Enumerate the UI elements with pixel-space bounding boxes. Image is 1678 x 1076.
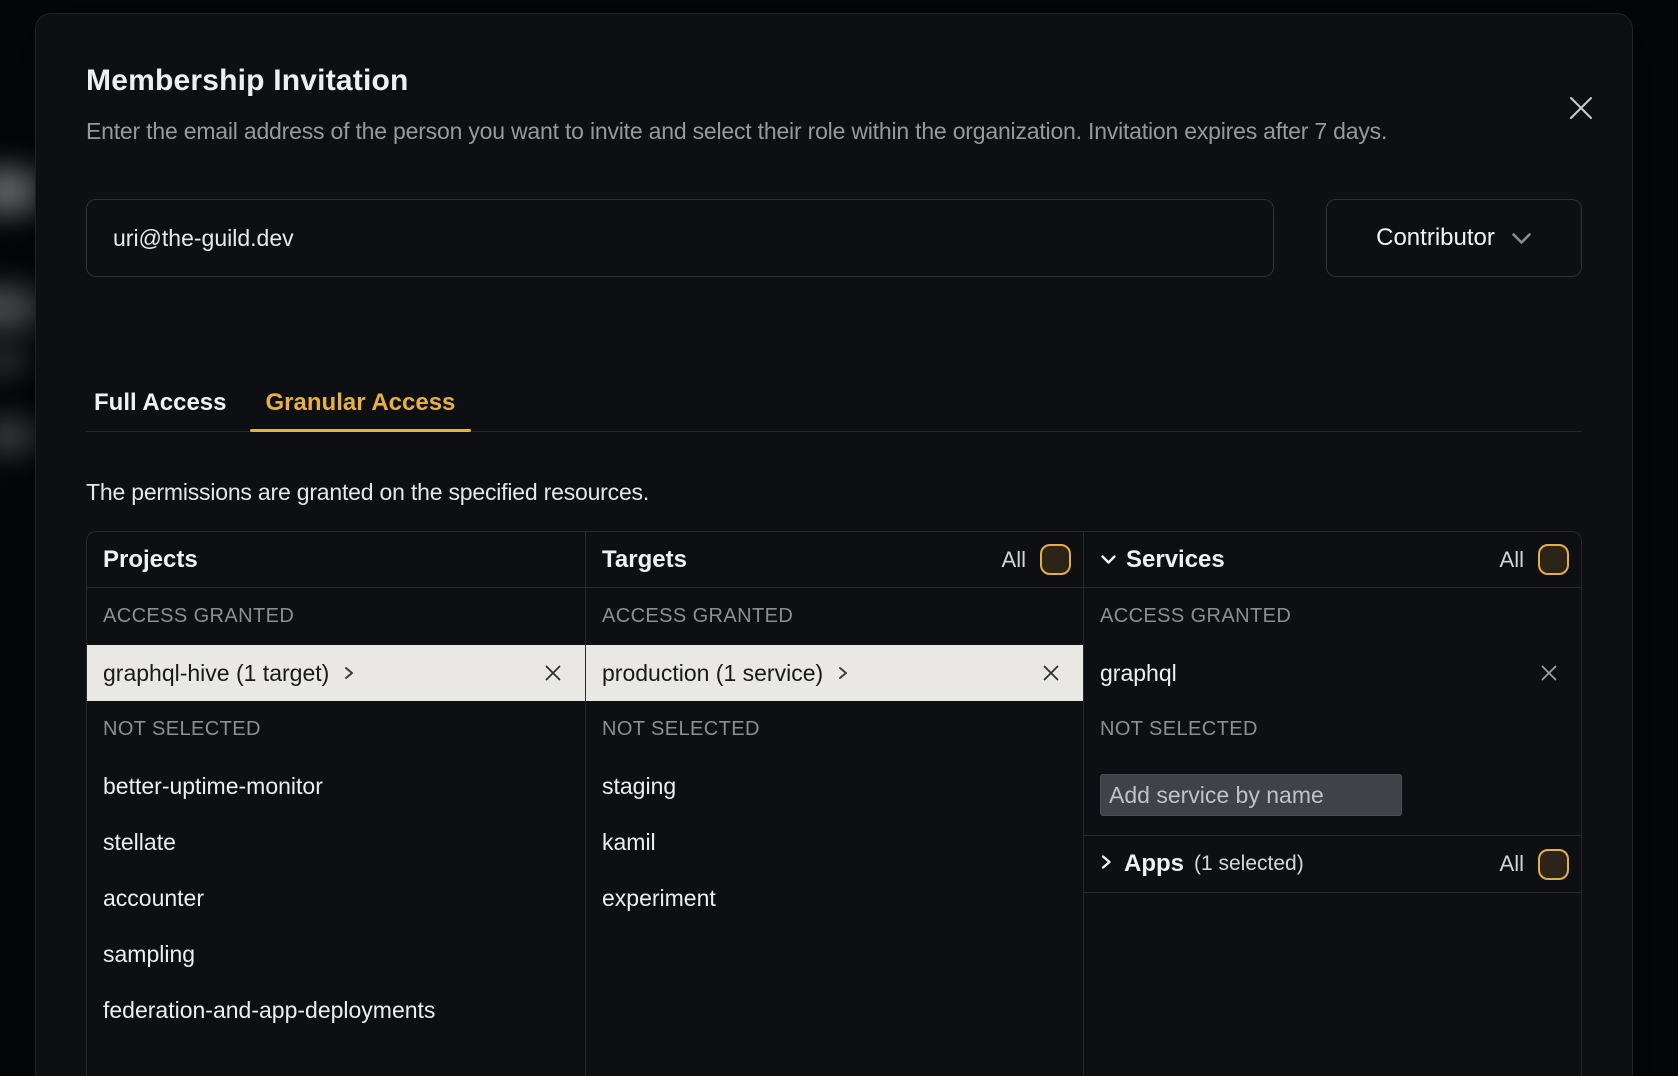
projects-column: Projects ACCESS GRANTED graphql-hive (1 … [87,532,585,1076]
chevron-right-icon [343,665,355,681]
target-item[interactable]: experiment [586,870,1083,926]
tab-full-access[interactable]: Full Access [86,381,235,417]
membership-invitation-dialog: Membership Invitation Enter the email ad… [35,13,1633,1076]
not-selected-label: NOT SELECTED [87,701,585,758]
services-header[interactable]: Services All [1084,532,1581,588]
project-item[interactable]: stellate [87,814,585,870]
close-icon [1568,95,1594,126]
dialog-title: Membership Invitation [86,61,1582,101]
selected-project-label: graphql-hive (1 target) [103,660,329,687]
project-item[interactable]: sampling [87,926,585,982]
selected-target-row[interactable]: production (1 service) [586,645,1083,701]
selected-service-label: graphql [1100,660,1177,687]
targets-all-checkbox[interactable] [1040,544,1071,575]
add-service-input[interactable] [1100,774,1402,816]
not-selected-label: NOT SELECTED [1084,701,1581,758]
target-item[interactable]: kamil [586,814,1083,870]
services-column: Services All ACCESS GRANTED graphql NOT … [1083,532,1581,1076]
project-item[interactable]: accounter [87,870,585,926]
project-item[interactable]: federation-and-app-deployments [87,982,585,1038]
targets-title: Targets [602,546,687,574]
access-tabs: Full Access Granular Access [86,381,1582,432]
projects-header: Projects [87,532,585,588]
targets-column: Targets All ACCESS GRANTED production (1… [585,532,1083,1076]
role-select-value: Contributor [1376,224,1495,252]
tab-granular-access[interactable]: Granular Access [250,381,472,431]
target-item[interactable]: staging [586,758,1083,814]
selected-service-row[interactable]: graphql [1084,645,1581,701]
access-granted-label: ACCESS GRANTED [586,588,1083,645]
chevron-right-icon [837,665,849,681]
services-all-label: All [1500,547,1524,573]
background-blur-artifact [0,348,30,374]
apps-all-group: All [1500,849,1569,880]
apps-all-label: All [1500,851,1524,877]
access-granted-label: ACCESS GRANTED [1084,588,1581,645]
background-blur-artifact [0,418,40,454]
close-button[interactable] [1566,95,1596,125]
remove-project-icon[interactable] [543,663,563,683]
chevron-down-icon [1511,224,1532,252]
project-item[interactable]: better-uptime-monitor [87,758,585,814]
resource-picker: Projects ACCESS GRANTED graphql-hive (1 … [86,531,1582,1076]
remove-target-icon[interactable] [1041,663,1061,683]
targets-all-group: All [1002,544,1071,575]
apps-count: (1 selected) [1194,852,1304,876]
selected-project-row[interactable]: graphql-hive (1 target) [87,645,585,701]
role-select[interactable]: Contributor [1326,199,1582,277]
selected-target-label: production (1 service) [602,660,823,687]
apps-all-checkbox[interactable] [1538,849,1569,880]
targets-header: Targets All [586,532,1083,588]
permissions-note: The permissions are granted on the speci… [86,479,1582,506]
invite-row: Contributor [86,199,1582,277]
dialog-content: Membership Invitation Enter the email ad… [36,61,1632,1076]
apps-title: Apps [1124,850,1184,878]
access-granted-label: ACCESS GRANTED [87,588,585,645]
services-all-group: All [1500,544,1569,575]
apps-row[interactable]: Apps (1 selected) All [1084,835,1581,893]
not-selected-label: NOT SELECTED [586,701,1083,758]
dialog-description: Enter the email address of the person yo… [86,113,1582,149]
projects-title: Projects [103,546,198,574]
targets-all-label: All [1002,547,1026,573]
email-input[interactable] [86,199,1274,277]
services-all-checkbox[interactable] [1538,544,1569,575]
chevron-down-icon[interactable] [1100,554,1117,565]
services-title: Services [1126,546,1225,574]
chevron-right-icon[interactable] [1100,853,1112,876]
remove-service-icon[interactable] [1539,663,1559,683]
